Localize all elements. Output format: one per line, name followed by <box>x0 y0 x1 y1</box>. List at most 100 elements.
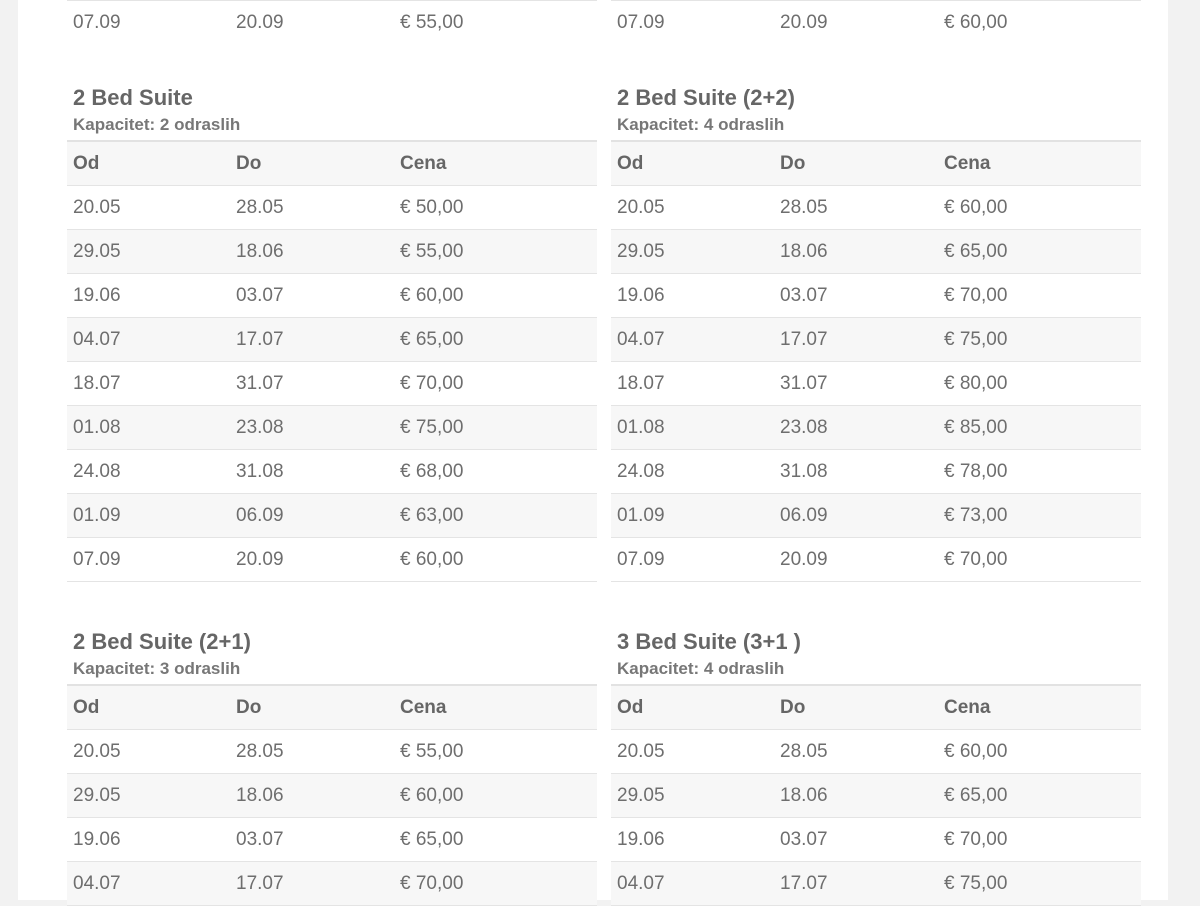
header-from: Od <box>617 696 644 718</box>
to-cell: 20.09 <box>236 548 284 570</box>
to-cell: 06.09 <box>780 504 828 526</box>
to-cell: 28.05 <box>236 740 284 762</box>
header-price: Cena <box>944 696 991 718</box>
table-row: 19.06 03.07 € 70,00 <box>611 818 1141 862</box>
table-row: 20.05 28.05 € 60,00 <box>611 186 1141 230</box>
suite-section: 2 Bed Suite (2+2) Kapacitet: 4 odraslih … <box>611 82 1141 582</box>
header-to: Do <box>236 152 262 174</box>
suite-title: 2 Bed Suite (2+2) <box>617 85 795 110</box>
price-cell: € 73,00 <box>944 504 1008 526</box>
to-cell: 03.07 <box>236 284 284 306</box>
from-cell: 01.08 <box>617 416 665 438</box>
from-cell: 07.09 <box>617 11 665 33</box>
table-row: 19.06 03.07 € 60,00 <box>67 274 597 318</box>
header-to: Do <box>236 696 262 718</box>
to-cell: 23.08 <box>780 416 828 438</box>
price-cell: € 70,00 <box>944 284 1008 306</box>
from-cell: 19.06 <box>617 284 665 306</box>
from-cell: 04.07 <box>73 872 121 894</box>
from-cell: 01.09 <box>617 504 665 526</box>
table-row: 24.08 31.08 € 78,00 <box>611 450 1141 494</box>
price-cell: € 75,00 <box>944 872 1008 894</box>
from-cell: 04.07 <box>617 328 665 350</box>
suite-title: 2 Bed Suite (2+1) <box>73 629 251 654</box>
header-from: Od <box>73 152 100 174</box>
table-row: 07.09 20.09 € 55,00 <box>67 0 597 44</box>
table-row: 01.09 06.09 € 73,00 <box>611 494 1141 538</box>
to-cell: 17.07 <box>236 328 284 350</box>
price-cell: € 60,00 <box>400 784 464 806</box>
table-row: 29.05 18.06 € 55,00 <box>67 230 597 274</box>
to-cell: 17.07 <box>780 328 828 350</box>
table-header: Od Do Cena <box>611 140 1141 186</box>
from-cell: 29.05 <box>617 240 665 262</box>
to-cell: 06.09 <box>236 504 284 526</box>
table-row: 01.09 06.09 € 63,00 <box>67 494 597 538</box>
price-cell: € 70,00 <box>944 828 1008 850</box>
suite-section: 2 Bed Suite (2+1) Kapacitet: 3 odraslih … <box>67 626 597 906</box>
table-row: 29.05 18.06 € 65,00 <box>611 774 1141 818</box>
to-cell: 20.09 <box>780 548 828 570</box>
to-cell: 28.05 <box>236 196 284 218</box>
table-header: Od Do Cena <box>611 684 1141 730</box>
header-to: Do <box>780 152 806 174</box>
price-cell: € 65,00 <box>944 240 1008 262</box>
from-cell: 20.05 <box>617 196 665 218</box>
table-row: 07.09 20.09 € 60,00 <box>611 0 1141 44</box>
table-row: 01.08 23.08 € 85,00 <box>611 406 1141 450</box>
suite-title: 2 Bed Suite <box>73 85 193 110</box>
price-cell: € 78,00 <box>944 460 1008 482</box>
from-cell: 07.09 <box>617 548 665 570</box>
price-table: Od Do Cena 20.05 28.05 € 60,00 29.05 18.06 € … <box>611 140 1141 582</box>
from-cell: 04.07 <box>617 872 665 894</box>
to-cell: 28.05 <box>780 196 828 218</box>
to-cell: 03.07 <box>236 828 284 850</box>
to-cell: 20.09 <box>780 11 828 33</box>
price-cell: € 55,00 <box>400 740 464 762</box>
price-cell: € 60,00 <box>944 11 1008 33</box>
from-cell: 20.05 <box>73 196 121 218</box>
from-cell: 19.06 <box>73 828 121 850</box>
to-cell: 17.07 <box>780 872 828 894</box>
price-cell: € 60,00 <box>944 740 1008 762</box>
from-cell: 20.05 <box>617 740 665 762</box>
table-row: 04.07 17.07 € 75,00 <box>611 318 1141 362</box>
to-cell: 18.06 <box>780 784 828 806</box>
to-cell: 18.06 <box>236 240 284 262</box>
header-to: Do <box>780 696 806 718</box>
from-cell: 07.09 <box>73 11 121 33</box>
table-body: 20.05 28.05 € 55,00 29.05 18.06 € 60,00 19.06 0… <box>67 730 597 906</box>
header-price: Cena <box>400 152 447 174</box>
table-header: Od Do Cena <box>67 684 597 730</box>
page-content: 07.09 20.09 € 55,00 07.09 20.09 € 60,00 … <box>18 0 1168 906</box>
price-cell: € 55,00 <box>400 240 464 262</box>
suite-capacity: Kapacitet: 3 odraslih <box>73 659 241 678</box>
table-body: 20.05 28.05 € 60,00 29.05 18.06 € 65,00 19.06 0… <box>611 186 1141 582</box>
from-cell: 24.08 <box>617 460 665 482</box>
header-from: Od <box>617 152 644 174</box>
table-row: 24.08 31.08 € 68,00 <box>67 450 597 494</box>
price-cell: € 60,00 <box>400 284 464 306</box>
price-cell: € 70,00 <box>400 872 464 894</box>
table-row: 18.07 31.07 € 80,00 <box>611 362 1141 406</box>
table-header: Od Do Cena <box>67 140 597 186</box>
table-row: 04.07 17.07 € 70,00 <box>67 862 597 906</box>
table-row: 04.07 17.07 € 75,00 <box>611 862 1141 906</box>
to-cell: 17.07 <box>236 872 284 894</box>
price-table: Od Do Cena 20.05 28.05 € 50,00 29.05 18.06 € … <box>67 140 597 582</box>
table-row: 20.05 28.05 € 60,00 <box>611 730 1141 774</box>
suite-section: 2 Bed Suite Kapacitet: 2 odraslih Od Do … <box>67 82 597 582</box>
price-cell: € 60,00 <box>944 196 1008 218</box>
from-cell: 29.05 <box>73 784 121 806</box>
table-row: 18.07 31.07 € 70,00 <box>67 362 597 406</box>
to-cell: 31.08 <box>236 460 284 482</box>
price-cell: € 70,00 <box>944 548 1008 570</box>
to-cell: 20.09 <box>236 11 284 33</box>
table-row: 20.05 28.05 € 50,00 <box>67 186 597 230</box>
from-cell: 07.09 <box>73 548 121 570</box>
table-row: 20.05 28.05 € 55,00 <box>67 730 597 774</box>
price-cell: € 55,00 <box>400 11 464 33</box>
price-cell: € 60,00 <box>400 548 464 570</box>
price-cell: € 63,00 <box>400 504 464 526</box>
from-cell: 29.05 <box>73 240 121 262</box>
